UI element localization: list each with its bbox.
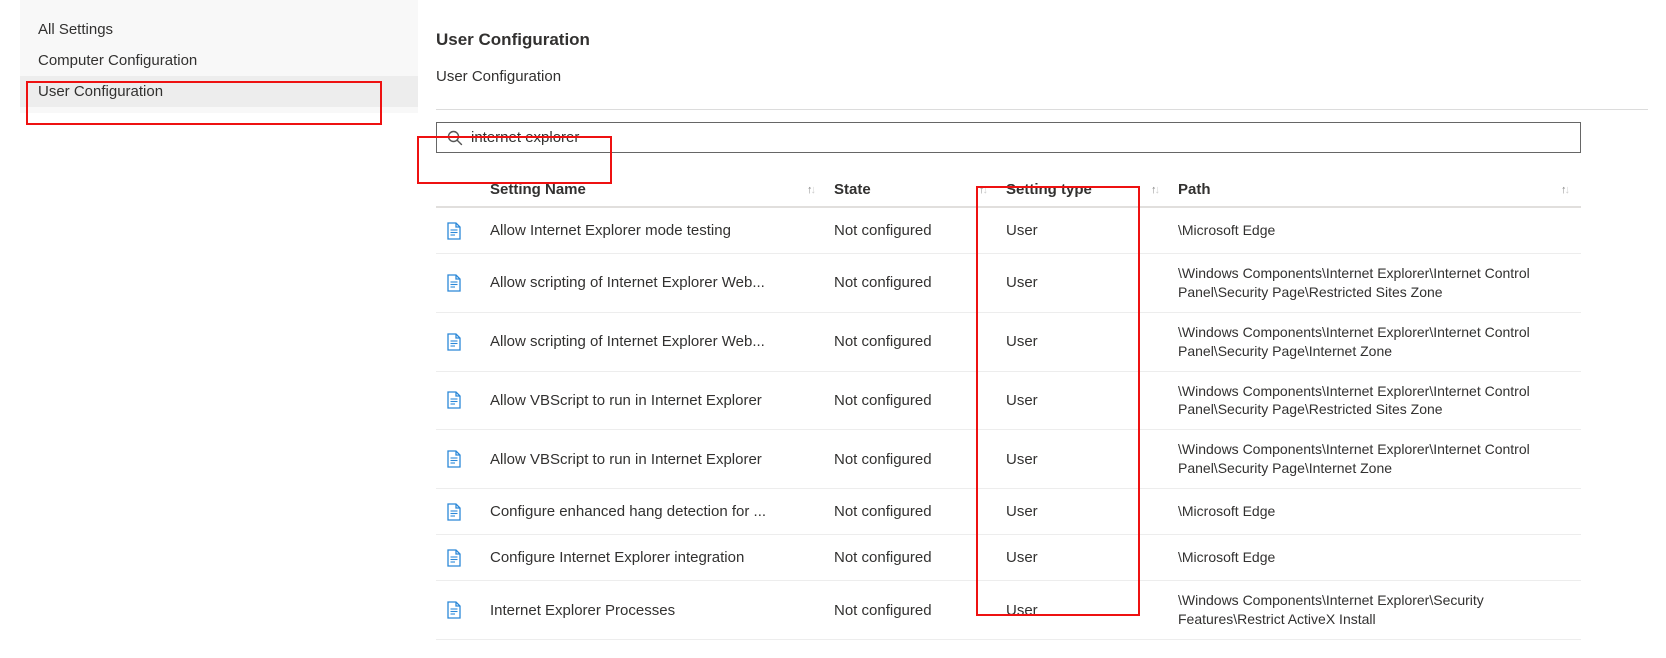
divider — [436, 109, 1648, 110]
search-icon — [447, 130, 463, 146]
sidebar-item-computer-configuration[interactable]: Computer Configuration — [20, 45, 418, 76]
cell-setting-name[interactable]: Configure Internet Explorer integration — [480, 549, 824, 566]
search-input[interactable] — [463, 129, 1570, 146]
cell-path: \Windows Components\Internet Explorer\In… — [1168, 264, 1578, 302]
row-icon — [436, 333, 480, 351]
row-icon — [436, 450, 480, 468]
cell-setting-name[interactable]: Allow scripting of Internet Explorer Web… — [480, 333, 824, 350]
cell-state: Not configured — [824, 333, 996, 350]
main-panel: User Configuration User Configuration Se… — [418, 0, 1648, 640]
table-header: Setting Name ↑↓ State ↑↓ Setting type ↑↓… — [436, 175, 1581, 208]
document-icon — [446, 333, 462, 351]
cell-path: \Microsoft Edge — [1168, 221, 1578, 240]
table-body: Allow Internet Explorer mode testingNot … — [436, 208, 1581, 640]
cell-setting-type: User — [996, 274, 1168, 291]
settings-table: Setting Name ↑↓ State ↑↓ Setting type ↑↓… — [436, 175, 1581, 640]
cell-path: \Windows Components\Internet Explorer\In… — [1168, 382, 1578, 420]
sort-icon: ↑↓ — [807, 184, 814, 196]
column-label: Path — [1178, 181, 1211, 198]
cell-setting-name[interactable]: Internet Explorer Processes — [480, 602, 824, 619]
column-label: Setting Name — [490, 181, 586, 198]
column-setting-name[interactable]: Setting Name ↑↓ — [480, 175, 824, 206]
cell-setting-type: User — [996, 549, 1168, 566]
table-row[interactable]: Internet Explorer ProcessesNot configure… — [436, 581, 1581, 640]
sidebar: All Settings Computer Configuration User… — [20, 0, 418, 113]
cell-setting-type: User — [996, 602, 1168, 619]
document-icon — [446, 503, 462, 521]
document-icon — [446, 450, 462, 468]
table-row[interactable]: Configure enhanced hang detection for ..… — [436, 489, 1581, 535]
cell-setting-type: User — [996, 222, 1168, 239]
cell-state: Not configured — [824, 503, 996, 520]
cell-setting-type: User — [996, 451, 1168, 468]
page-title: User Configuration — [436, 30, 1648, 50]
cell-setting-name[interactable]: Allow VBScript to run in Internet Explor… — [480, 451, 824, 468]
table-row[interactable]: Allow Internet Explorer mode testingNot … — [436, 208, 1581, 254]
column-label: State — [834, 181, 871, 198]
column-state[interactable]: State ↑↓ — [824, 175, 996, 206]
column-label: Setting type — [1006, 181, 1092, 198]
table-row[interactable]: Allow VBScript to run in Internet Explor… — [436, 372, 1581, 431]
sort-icon: ↑↓ — [1151, 184, 1158, 196]
row-icon — [436, 222, 480, 240]
cell-path: \Windows Components\Internet Explorer\In… — [1168, 440, 1578, 478]
cell-path: \Windows Components\Internet Explorer\In… — [1168, 323, 1578, 361]
cell-setting-type: User — [996, 333, 1168, 350]
cell-state: Not configured — [824, 549, 996, 566]
row-icon — [436, 503, 480, 521]
cell-setting-name[interactable]: Allow scripting of Internet Explorer Web… — [480, 274, 824, 291]
cell-state: Not configured — [824, 451, 996, 468]
document-icon — [446, 274, 462, 292]
table-row[interactable]: Allow scripting of Internet Explorer Web… — [436, 313, 1581, 372]
cell-path: \Windows Components\Internet Explorer\Se… — [1168, 591, 1578, 629]
table-row[interactable]: Allow scripting of Internet Explorer Web… — [436, 254, 1581, 313]
row-icon — [436, 274, 480, 292]
cell-state: Not configured — [824, 392, 996, 409]
row-icon — [436, 391, 480, 409]
cell-path: \Microsoft Edge — [1168, 548, 1578, 567]
column-icon — [436, 175, 480, 206]
cell-state: Not configured — [824, 602, 996, 619]
cell-setting-type: User — [996, 503, 1168, 520]
table-row[interactable]: Allow VBScript to run in Internet Explor… — [436, 430, 1581, 489]
cell-path: \Microsoft Edge — [1168, 502, 1578, 521]
sort-icon: ↑↓ — [1561, 184, 1568, 196]
document-icon — [446, 391, 462, 409]
document-icon — [446, 601, 462, 619]
document-icon — [446, 549, 462, 567]
cell-state: Not configured — [824, 222, 996, 239]
row-icon — [436, 601, 480, 619]
column-path[interactable]: Path ↑↓ — [1168, 175, 1578, 206]
table-row[interactable]: Configure Internet Explorer integrationN… — [436, 535, 1581, 581]
column-setting-type[interactable]: Setting type ↑↓ — [996, 175, 1168, 206]
sidebar-item-all-settings[interactable]: All Settings — [20, 14, 418, 45]
cell-setting-name[interactable]: Allow Internet Explorer mode testing — [480, 222, 824, 239]
cell-setting-name[interactable]: Configure enhanced hang detection for ..… — [480, 503, 824, 520]
document-icon — [446, 222, 462, 240]
row-icon — [436, 549, 480, 567]
cell-setting-type: User — [996, 392, 1168, 409]
sidebar-item-user-configuration[interactable]: User Configuration — [20, 76, 418, 107]
sort-icon: ↑↓ — [979, 184, 986, 196]
cell-setting-name[interactable]: Allow VBScript to run in Internet Explor… — [480, 392, 824, 409]
search-box[interactable] — [436, 122, 1581, 153]
cell-state: Not configured — [824, 274, 996, 291]
page-subtitle: User Configuration — [436, 68, 1648, 85]
